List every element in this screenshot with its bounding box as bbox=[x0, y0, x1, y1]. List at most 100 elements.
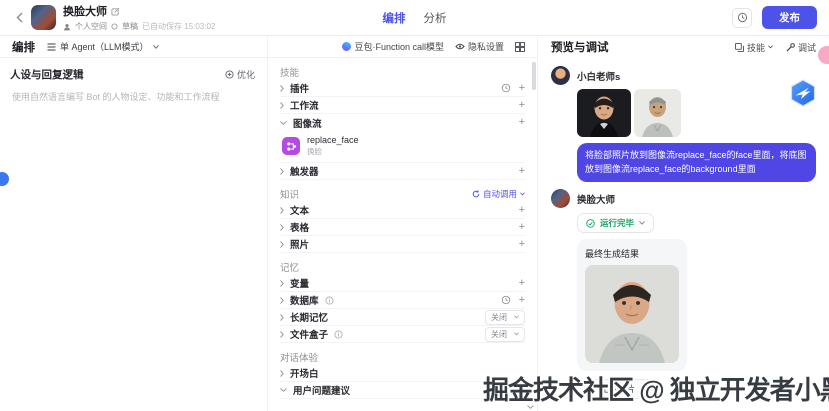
chat-area: 小白老师s 将脸部照片放到图像流replace_face的face里面，将底图放… bbox=[538, 58, 829, 411]
history-button[interactable] bbox=[732, 8, 752, 28]
preview-panel: 预览与调试 技能 调试 小白老师s bbox=[538, 36, 829, 411]
row-photo-knowledge[interactable]: 照片 + bbox=[280, 236, 525, 253]
assistant-fab[interactable] bbox=[788, 78, 818, 108]
scrollbar-thumb[interactable] bbox=[532, 62, 536, 90]
clock-icon[interactable] bbox=[501, 83, 511, 93]
caret-down-icon bbox=[514, 332, 519, 336]
skills-dropdown-button[interactable]: 技能 bbox=[735, 41, 773, 54]
bot-avatar bbox=[31, 5, 56, 30]
add-workflow-icon[interactable]: + bbox=[519, 100, 525, 111]
row-table-knowledge[interactable]: 表格 + bbox=[280, 219, 525, 236]
caret-down-icon bbox=[639, 221, 645, 225]
row-plugin[interactable]: 插件 + bbox=[280, 80, 525, 97]
clock-icon[interactable] bbox=[501, 295, 511, 305]
auto-call-select[interactable]: 自动调用 bbox=[472, 188, 525, 200]
uploaded-background-image[interactable] bbox=[634, 89, 681, 137]
imageflow-item-replace-face[interactable]: replace_face 换脸 bbox=[280, 131, 525, 163]
add-trigger-icon[interactable]: + bbox=[519, 166, 525, 177]
notification-badge[interactable] bbox=[818, 46, 829, 64]
add-text-icon[interactable]: + bbox=[519, 205, 525, 216]
user-avatar bbox=[551, 66, 570, 85]
chevron-right-icon bbox=[280, 224, 284, 231]
space-label: 个人空间 bbox=[75, 21, 107, 32]
row-variable[interactable]: 变量 + bbox=[280, 275, 525, 292]
chevron-right-icon bbox=[280, 331, 284, 338]
section-memory: 记忆 bbox=[280, 260, 299, 274]
row-suggestion[interactable]: 用户问题建议 关闭 bbox=[280, 382, 525, 399]
chevron-right-icon bbox=[280, 280, 284, 287]
upload-image-button[interactable]: 上传图片 bbox=[577, 379, 657, 399]
privacy-settings-button[interactable]: 隐私设置 bbox=[455, 40, 504, 53]
publish-button[interactable]: 发布 bbox=[762, 6, 817, 29]
debug-button[interactable]: 调试 bbox=[786, 41, 816, 54]
eye-icon bbox=[455, 43, 465, 50]
row-imageflow[interactable]: 图像流 + bbox=[280, 114, 525, 131]
caret-down-icon bbox=[520, 192, 525, 196]
model-select[interactable]: 豆包·Function call模型 bbox=[342, 40, 444, 53]
preview-title: 预览与调试 bbox=[551, 39, 609, 55]
draft-icon bbox=[111, 23, 118, 30]
longterm-memory-select[interactable]: 关闭 bbox=[485, 310, 525, 325]
scroll-down-icon[interactable] bbox=[527, 405, 534, 409]
model-icon bbox=[342, 42, 351, 51]
info-icon bbox=[334, 330, 343, 339]
agent-mode-select[interactable]: 单 Agent（LLM模式） bbox=[47, 40, 159, 53]
edit-icon[interactable] bbox=[111, 7, 120, 16]
check-circle-icon bbox=[586, 219, 595, 228]
optimize-button[interactable]: 优化 bbox=[225, 68, 255, 81]
row-workflow[interactable]: 工作流 + bbox=[280, 97, 525, 114]
chevron-down-icon bbox=[153, 45, 159, 49]
chevron-right-icon bbox=[280, 85, 284, 92]
row-trigger[interactable]: 触发器 + bbox=[280, 163, 525, 180]
result-title: 最终生成结果 bbox=[585, 247, 679, 260]
user-message-bubble: 将脸部照片放到图像流replace_face的face里面，将底图放到图像流re… bbox=[577, 143, 816, 182]
left-panel-title: 编排 bbox=[12, 39, 35, 55]
back-icon[interactable] bbox=[12, 12, 31, 23]
row-opening[interactable]: 开场白 bbox=[280, 365, 525, 382]
caret-down-icon bbox=[514, 388, 519, 392]
agent-mode-icon bbox=[47, 43, 56, 51]
add-imageflow-icon[interactable]: + bbox=[519, 117, 525, 128]
privacy-label: 隐私设置 bbox=[468, 40, 504, 53]
add-photo-icon[interactable]: + bbox=[519, 239, 525, 250]
chevron-right-icon bbox=[280, 241, 284, 248]
tab-analyze[interactable]: 分析 bbox=[424, 10, 447, 26]
caret-down-icon bbox=[768, 45, 773, 49]
optimize-label: 优化 bbox=[237, 68, 255, 81]
agent-mode-label: 单 Agent（LLM模式） bbox=[60, 40, 149, 53]
wrench-icon bbox=[786, 43, 795, 52]
user-name: 小白老师s bbox=[577, 69, 620, 83]
add-plugin-icon[interactable]: + bbox=[519, 83, 525, 94]
row-database[interactable]: 数据库 + bbox=[280, 292, 525, 309]
layers-icon bbox=[735, 43, 744, 52]
chevron-right-icon bbox=[280, 370, 284, 377]
persona-editor[interactable]: 使用自然语言编写 Bot 的人物设定、功能和工作流程 bbox=[0, 82, 267, 114]
filebox-select[interactable]: 关闭 bbox=[485, 327, 525, 342]
row-filebox[interactable]: 文件盒子 关闭 bbox=[280, 326, 525, 343]
sparkle-icon bbox=[225, 70, 234, 79]
bot-name: 换脸大师 bbox=[63, 3, 107, 19]
uploaded-face-image[interactable] bbox=[577, 89, 631, 137]
top-bar: 换脸大师 个人空间 草稿 已自动保存 15:03:02 编排 分析 发布 bbox=[0, 0, 829, 36]
shortcut-hint bbox=[640, 386, 647, 393]
persona-title: 人设与回复逻辑 bbox=[10, 67, 84, 82]
add-database-icon[interactable]: + bbox=[519, 295, 525, 306]
row-text-knowledge[interactable]: 文本 + bbox=[280, 202, 525, 219]
model-label: 豆包·Function call模型 bbox=[354, 40, 444, 53]
persona-panel: 编排 单 Agent（LLM模式） 人设与回复逻辑 优化 使用自然语言编写 Bo… bbox=[0, 36, 268, 411]
result-card: 最终生成结果 bbox=[577, 239, 687, 371]
section-knowledge: 知识 bbox=[280, 187, 299, 201]
section-skills: 技能 bbox=[280, 65, 299, 79]
row-longterm-memory[interactable]: 长期记忆 关闭 bbox=[280, 309, 525, 326]
add-variable-icon[interactable]: + bbox=[519, 278, 525, 289]
generated-result-image[interactable] bbox=[585, 265, 679, 363]
add-table-icon[interactable]: + bbox=[519, 222, 525, 233]
tab-orchestrate[interactable]: 编排 bbox=[383, 10, 406, 26]
chevron-right-icon bbox=[280, 297, 284, 304]
run-status-chip[interactable]: 运行完毕 bbox=[577, 213, 654, 233]
chatbot-name: 换脸大师 bbox=[577, 192, 615, 206]
suggestion-select[interactable]: 关闭 bbox=[485, 383, 525, 398]
paperclip-icon bbox=[587, 384, 596, 394]
layout-grid-icon[interactable] bbox=[515, 42, 525, 52]
center-tabs: 编排 分析 bbox=[383, 0, 447, 36]
